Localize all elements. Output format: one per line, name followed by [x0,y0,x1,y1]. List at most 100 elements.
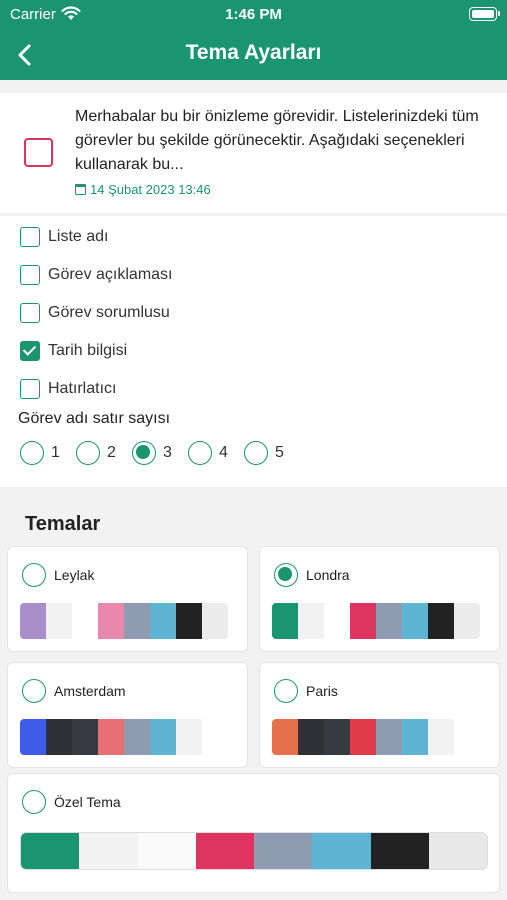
custom-theme-swatches[interactable] [20,832,488,870]
color-swatch[interactable] [312,833,371,869]
line-count-2[interactable]: 2 [76,441,132,465]
color-swatch [298,719,324,755]
line-count-3[interactable]: 3 [132,441,188,465]
color-swatch[interactable] [254,833,313,869]
color-swatch [454,603,480,639]
color-swatch [176,719,202,755]
color-swatch [272,719,298,755]
radio-button[interactable] [22,790,46,814]
option-reminder[interactable]: Hatırlatıcı [20,378,116,400]
checkbox-checked[interactable] [20,341,40,361]
checkbox[interactable] [20,303,40,323]
color-swatch [202,603,228,639]
radio-label: 3 [163,444,172,461]
preview-task-date: 14 Şubat 2023 13:46 [75,182,211,197]
color-swatch [98,719,124,755]
radio-button-selected[interactable] [274,563,298,587]
radio-button[interactable] [274,679,298,703]
color-swatch [150,719,176,755]
themes-heading: Temalar [25,513,101,535]
radio-label: 2 [107,444,116,461]
color-swatch[interactable] [21,833,80,869]
calendar-icon [75,184,86,195]
color-swatch [124,603,150,639]
color-swatch [428,603,454,639]
radio-button[interactable] [76,441,100,465]
theme-swatches [272,719,480,755]
theme-swatches [20,603,228,639]
theme-card-londra[interactable]: Londra [259,546,500,652]
color-swatch [298,603,324,639]
option-label: Görev açıklaması [48,266,173,283]
line-count-5[interactable]: 5 [244,441,300,465]
status-time: 1:46 PM [225,6,282,23]
radio-button[interactable] [244,441,268,465]
checkbox[interactable] [20,227,40,247]
preview-date-label: 14 Şubat 2023 13:46 [90,182,211,197]
theme-swatches [20,719,228,755]
swatch-gap [324,603,350,639]
theme-swatches [272,603,480,639]
color-swatch[interactable] [428,833,487,869]
line-count-1[interactable]: 1 [20,441,76,465]
page-title: Tema Ayarları [185,41,322,64]
theme-name: Leylak [54,567,95,583]
display-options: Liste adı Görev açıklaması Görev sorumlu… [0,216,507,487]
option-label: Tarih bilgisi [48,342,128,359]
color-swatch [20,603,46,639]
theme-name: Londra [306,567,350,583]
radio-button[interactable] [20,441,44,465]
radio-button-selected[interactable] [132,441,156,465]
preview-task-text: Merhabalar bu bir önizleme görevidir. Li… [75,108,479,173]
swatch-gap [72,603,98,639]
color-swatch [46,719,72,755]
option-task-assignee[interactable]: Görev sorumlusu [20,302,170,324]
theme-card-custom[interactable]: Özel Tema [7,773,500,893]
theme-card-paris[interactable]: Paris [259,662,500,768]
color-swatch [98,603,124,639]
color-swatch [428,719,454,755]
radio-label: 5 [275,444,284,461]
color-swatch [350,719,376,755]
color-swatch[interactable] [137,833,196,869]
radio-label: 4 [219,444,228,461]
theme-card-leylak[interactable]: Leylak [7,546,248,652]
color-swatch [324,719,350,755]
battery-icon [469,7,500,21]
checkbox[interactable] [20,379,40,399]
line-count-radio-group: 1 2 3 4 5 [20,441,300,465]
option-date-info[interactable]: Tarih bilgisi [20,340,127,362]
option-list-name[interactable]: Liste adı [20,226,108,248]
color-swatch[interactable] [79,833,138,869]
line-count-label: Görev adı satır sayısı [18,410,171,427]
theme-name: Paris [306,683,338,699]
radio-button[interactable] [188,441,212,465]
theme-name: Özel Tema [54,794,121,810]
color-swatch[interactable] [195,833,254,869]
option-task-description[interactable]: Görev açıklaması [20,264,172,286]
task-preview: Merhabalar bu bir önizleme görevidir. Li… [0,93,507,213]
color-swatch [402,719,428,755]
color-swatch [176,603,202,639]
nav-bar: Tema Ayarları [0,30,507,80]
theme-name: Amsterdam [54,683,126,699]
radio-button[interactable] [22,679,46,703]
option-label: Hatırlatıcı [48,380,117,397]
color-swatch [402,603,428,639]
line-count-4[interactable]: 4 [188,441,244,465]
theme-card-amsterdam[interactable]: Amsterdam [7,662,248,768]
color-swatch [150,603,176,639]
color-swatch [46,603,72,639]
color-swatch[interactable] [370,833,429,869]
radio-button[interactable] [22,563,46,587]
color-swatch [454,719,480,755]
color-swatch [272,603,298,639]
checkbox[interactable] [20,265,40,285]
preview-task-checkbox[interactable] [24,138,53,167]
option-label: Liste adı [48,228,109,245]
color-swatch [202,719,228,755]
radio-label: 1 [51,444,60,461]
color-swatch [20,719,46,755]
color-swatch [350,603,376,639]
status-bar: Carrier 1:46 PM [0,0,507,30]
